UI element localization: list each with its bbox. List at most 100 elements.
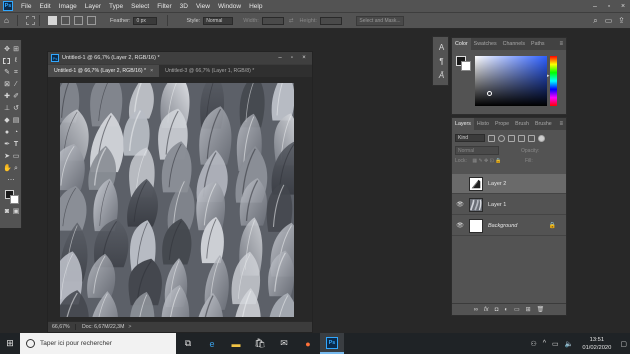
- canvas-artwork[interactable]: [60, 83, 294, 317]
- tab-layers[interactable]: Layers: [452, 118, 474, 130]
- swap-icon[interactable]: ⇄: [289, 18, 294, 24]
- tab-untitled-3[interactable]: Untitled-3 @ 66,7% (Layer 1, RGB/8) *: [159, 65, 260, 77]
- dodge-tool-icon[interactable]: ◔: [12, 129, 20, 137]
- tab-channels[interactable]: Channels: [500, 38, 528, 50]
- adjustment-layer-icon[interactable]: ◐: [504, 307, 508, 313]
- filter-shape-icon[interactable]: [518, 134, 525, 142]
- screen-mode-icon[interactable]: ▣: [12, 208, 20, 216]
- layer-row-layer-1[interactable]: 👁 Layer 1: [452, 195, 566, 215]
- select-and-mask-button[interactable]: Select and Mask...: [356, 16, 404, 26]
- healing-brush-tool-icon[interactable]: ✚: [3, 93, 11, 101]
- network-icon[interactable]: ▭: [552, 340, 559, 348]
- people-icon[interactable]: ⚇: [530, 340, 536, 348]
- lock-icons[interactable]: ▦ ✎ ✥ ⊡ 🔒: [472, 158, 501, 164]
- color-picker-field[interactable]: [475, 56, 547, 106]
- doc-maximize-icon[interactable]: ▫: [286, 55, 298, 61]
- close-icon[interactable]: ×: [616, 0, 630, 12]
- file-explorer-icon[interactable]: ▬: [224, 333, 248, 354]
- quick-mask-icon[interactable]: ◙: [3, 208, 11, 216]
- lock-icon[interactable]: 🔒: [549, 222, 556, 229]
- show-hidden-icons-icon[interactable]: ^: [543, 340, 546, 347]
- menu-window[interactable]: Window: [214, 3, 245, 10]
- menu-image[interactable]: Image: [55, 3, 81, 10]
- glyphs-panel-icon[interactable]: Ā: [437, 71, 446, 80]
- background-color-swatch[interactable]: [10, 195, 19, 204]
- workspace-icon[interactable]: ▭: [604, 16, 613, 25]
- task-view-icon[interactable]: ⧉: [176, 333, 200, 354]
- filter-kind-select[interactable]: Kind: [455, 134, 485, 142]
- tab-swatches[interactable]: Swatches: [471, 38, 500, 50]
- add-mask-icon[interactable]: ◘: [495, 307, 499, 313]
- layer-name[interactable]: Background: [488, 223, 517, 229]
- pen-tool-icon[interactable]: ✒: [3, 141, 11, 149]
- canvas-area[interactable]: [48, 77, 312, 323]
- doc-close-icon[interactable]: ×: [298, 55, 310, 61]
- history-brush-tool-icon[interactable]: ↺: [12, 105, 20, 113]
- eraser-tool-icon[interactable]: ◆: [3, 117, 11, 125]
- path-selection-tool-icon[interactable]: ➤: [3, 153, 11, 161]
- tab-paths[interactable]: Paths: [528, 38, 548, 50]
- quick-select-tool-icon[interactable]: ✎: [3, 69, 11, 77]
- marquee-tool-preset-icon[interactable]: [26, 16, 35, 25]
- layer-name[interactable]: Layer 1: [488, 202, 506, 208]
- intersect-selection-icon[interactable]: [87, 16, 96, 25]
- hand-tool-icon[interactable]: ✋: [3, 165, 12, 173]
- eye-icon[interactable]: 👁: [456, 201, 464, 208]
- menu-select[interactable]: Select: [127, 3, 153, 10]
- eye-icon[interactable]: 👁: [456, 222, 464, 229]
- firefox-icon[interactable]: ●: [296, 333, 320, 354]
- filter-toggle-icon[interactable]: [538, 134, 545, 142]
- menu-file[interactable]: File: [17, 3, 35, 10]
- edge-icon[interactable]: e: [200, 333, 224, 354]
- menu-3d[interactable]: 3D: [176, 3, 192, 10]
- style-select[interactable]: Normal: [203, 16, 234, 25]
- tab-color[interactable]: Color: [452, 38, 471, 50]
- filter-smart-object-icon[interactable]: [528, 134, 535, 142]
- tab-untitled-1[interactable]: Untitled-1 @ 66,7% (Layer 2, RGB/16) * ×: [48, 65, 160, 77]
- crop-tool-icon[interactable]: ⌗: [12, 69, 20, 77]
- tab-properties[interactable]: Prope: [492, 118, 512, 130]
- tab-histogram[interactable]: Histo: [474, 118, 492, 130]
- color-picker-marker[interactable]: [487, 91, 492, 96]
- filter-type-icon[interactable]: [508, 134, 515, 142]
- home-icon[interactable]: ⌂: [4, 16, 13, 25]
- zoom-tool-icon[interactable]: ⌕: [12, 165, 20, 173]
- notifications-icon[interactable]: ▢: [620, 340, 627, 348]
- maximize-icon[interactable]: ▫: [602, 0, 616, 12]
- share-icon[interactable]: ⇪: [617, 16, 626, 25]
- start-button[interactable]: ⊞: [0, 333, 20, 354]
- move-tool-icon[interactable]: ✥: [3, 46, 11, 54]
- panel-menu-icon[interactable]: ≡: [559, 41, 563, 47]
- menu-layer[interactable]: Layer: [81, 3, 105, 10]
- volume-icon[interactable]: 🔈: [565, 340, 574, 348]
- eyedropper-tool-icon[interactable]: ⁄: [12, 81, 20, 89]
- tab-brush[interactable]: Brush: [512, 118, 532, 130]
- character-panel-icon[interactable]: A: [437, 43, 446, 52]
- new-group-icon[interactable]: ▭: [514, 306, 520, 313]
- paragraph-panel-icon[interactable]: ¶: [437, 57, 446, 66]
- more-tools-icon[interactable]: ⋯: [7, 177, 15, 185]
- layer-row-layer-2[interactable]: Layer 2: [452, 174, 566, 194]
- opacity-control[interactable]: Opacity:: [521, 146, 539, 155]
- gradient-tool-icon[interactable]: ▤: [12, 117, 20, 125]
- layer-name[interactable]: Layer 2: [488, 181, 506, 187]
- clock[interactable]: 13:51 01/02/2020: [582, 336, 611, 352]
- clone-stamp-tool-icon[interactable]: ⊥: [3, 105, 11, 113]
- type-tool-icon[interactable]: T: [12, 141, 20, 149]
- width-input[interactable]: [261, 16, 284, 25]
- artboard-tool-icon[interactable]: ⊞: [12, 46, 20, 54]
- new-selection-icon[interactable]: [48, 16, 57, 25]
- link-layers-icon[interactable]: ∞: [474, 307, 478, 313]
- panel-menu-icon[interactable]: ≡: [559, 121, 563, 127]
- mail-icon[interactable]: ✉: [272, 333, 296, 354]
- blur-tool-icon[interactable]: ●: [3, 129, 11, 137]
- filter-adjustment-icon[interactable]: [498, 134, 505, 142]
- minimize-icon[interactable]: –: [588, 0, 602, 12]
- tab-close-icon[interactable]: ×: [150, 68, 153, 74]
- feather-input[interactable]: 0 px: [133, 16, 158, 25]
- hue-slider[interactable]: [550, 56, 557, 106]
- add-selection-icon[interactable]: [61, 16, 70, 25]
- delete-layer-icon[interactable]: 🗑: [537, 306, 545, 313]
- new-layer-icon[interactable]: ⊞: [526, 306, 531, 313]
- rectangle-tool-icon[interactable]: ▭: [12, 153, 20, 161]
